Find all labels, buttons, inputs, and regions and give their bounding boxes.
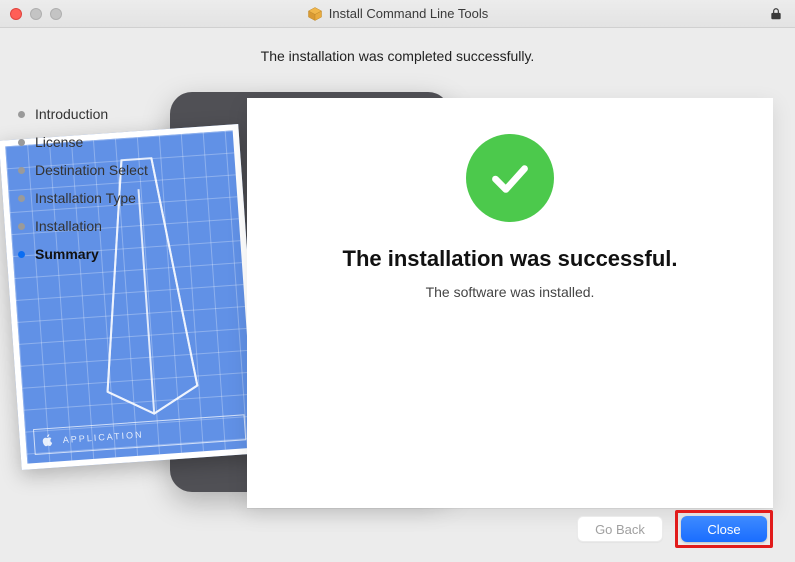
step-installation-type: Installation Type [18, 184, 228, 212]
step-label: License [35, 134, 83, 150]
package-icon [307, 6, 323, 22]
window-title: Install Command Line Tools [0, 6, 795, 22]
footer-buttons: Go Back Close [577, 510, 773, 548]
window-controls [0, 8, 62, 20]
page-subtitle: The installation was completed successfu… [0, 28, 795, 82]
step-bullet-icon [18, 139, 25, 146]
close-button[interactable]: Close [681, 516, 767, 542]
close-window-button[interactable] [10, 8, 22, 20]
blueprint-footer-text: APPLICATION [62, 429, 143, 445]
content-area: The installation was completed successfu… [0, 28, 795, 562]
step-bullet-icon [18, 111, 25, 118]
go-back-button: Go Back [577, 516, 663, 542]
step-bullet-icon [18, 167, 25, 174]
blueprint-footer: APPLICATION [33, 414, 246, 455]
window-title-text: Install Command Line Tools [329, 6, 488, 21]
step-license: License [18, 128, 228, 156]
step-label: Destination Select [35, 162, 148, 178]
lock-icon[interactable] [769, 7, 795, 21]
step-label: Summary [35, 246, 99, 262]
go-back-label: Go Back [595, 522, 645, 537]
step-introduction: Introduction [18, 100, 228, 128]
maximize-window-button [50, 8, 62, 20]
step-summary: Summary [18, 240, 228, 268]
step-destination-select: Destination Select [18, 156, 228, 184]
step-sidebar: Introduction License Destination Select … [18, 100, 228, 268]
step-installation: Installation [18, 212, 228, 240]
titlebar: Install Command Line Tools [0, 0, 795, 28]
close-label: Close [707, 522, 740, 537]
success-check-icon [466, 134, 554, 222]
success-subline: The software was installed. [426, 284, 595, 300]
step-label: Installation Type [35, 190, 136, 206]
apple-logo-icon [40, 433, 55, 450]
step-label: Installation [35, 218, 102, 234]
step-list: Introduction License Destination Select … [18, 100, 228, 268]
step-bullet-icon [18, 195, 25, 202]
success-headline: The installation was successful. [343, 246, 678, 272]
main-panel: The installation was successful. The sof… [247, 98, 773, 508]
step-bullet-icon [18, 223, 25, 230]
step-bullet-icon [18, 251, 25, 258]
minimize-window-button [30, 8, 42, 20]
close-button-highlight: Close [675, 510, 773, 548]
step-label: Introduction [35, 106, 108, 122]
